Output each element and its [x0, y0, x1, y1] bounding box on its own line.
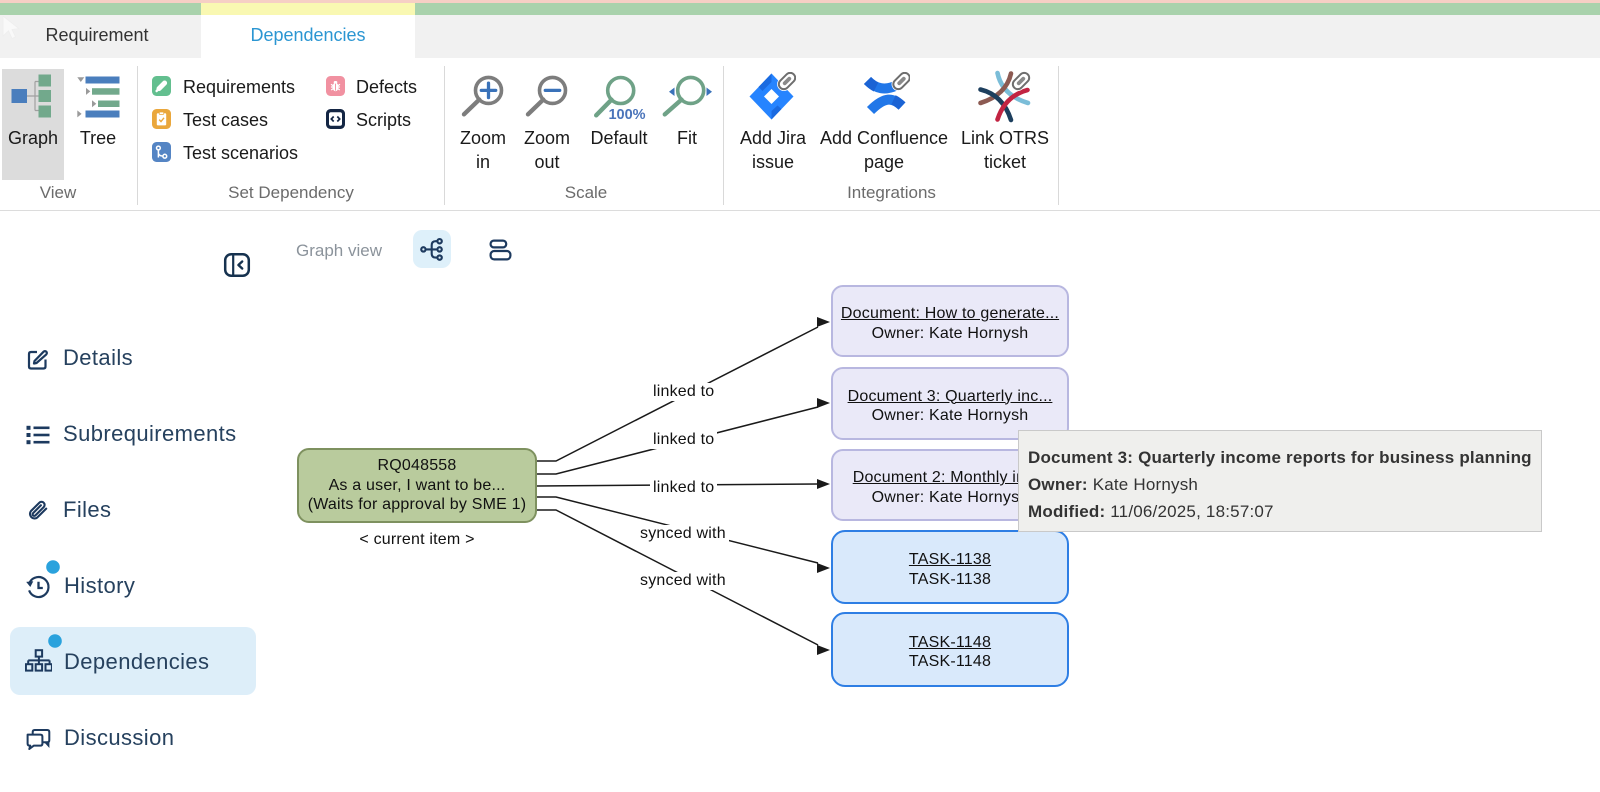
svg-text:100%: 100%	[608, 107, 645, 122]
